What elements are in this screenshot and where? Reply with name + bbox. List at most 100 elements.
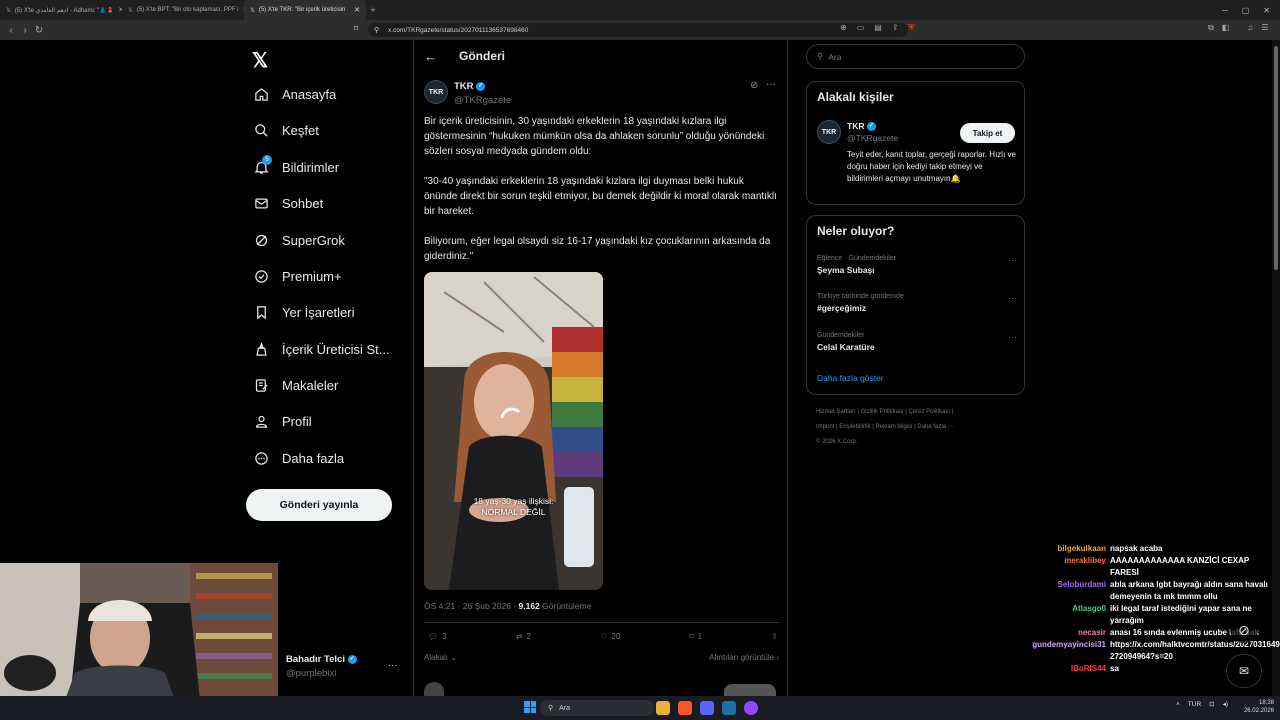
footer-line[interactable]: Hizmet Şartları | Gizlilik Politikası | … — [816, 405, 1016, 420]
nav-item-explore[interactable]: Keşfet — [254, 123, 319, 138]
follow-button[interactable]: Takip et — [960, 123, 1015, 143]
windows-start-icon[interactable] — [524, 701, 536, 713]
view-quotes-link[interactable]: Alıntıları görüntüle › — [709, 653, 779, 662]
forward-icon[interactable]: › — [18, 25, 32, 36]
nav-item-more[interactable]: Daha fazla — [254, 451, 344, 466]
grok-floating-icon[interactable]: ⊘ — [1230, 617, 1258, 643]
discord-icon[interactable] — [700, 701, 714, 715]
nav-item-home[interactable]: Anasayfa — [254, 87, 336, 102]
more-options-icon[interactable]: ··· — [766, 79, 776, 90]
related-avatar[interactable]: TKR — [817, 120, 841, 144]
tweet-time[interactable]: ÖS 4:21 · 26 Şub 2026 · — [424, 601, 519, 611]
account-switcher[interactable]: Bahadır Telci ✓ @purplebixi ··· — [286, 654, 398, 679]
tweet-meta: ÖS 4:21 · 26 Şub 2026 · 9.162 Görüntülem… — [424, 601, 591, 611]
back-arrow-icon[interactable]: ← — [424, 49, 437, 64]
nav-item-articles[interactable]: Makaleler — [254, 378, 338, 393]
grok-explain-icon[interactable]: ⊘ — [750, 80, 758, 91]
image-icon[interactable]: ▤ — [874, 23, 882, 33]
minimize-icon[interactable]: ─ — [1222, 6, 1228, 15]
trend-name: Şeyma Subaşı — [817, 265, 875, 275]
like-button[interactable]: ♡ 20 — [600, 632, 620, 641]
chevron-up-icon[interactable]: ˄ — [1176, 701, 1180, 708]
account-more-icon[interactable]: ··· — [388, 660, 398, 671]
footer-line[interactable]: Imprint | Erişilebilirlik | Reklam bilgi… — [816, 420, 1016, 435]
close-window-icon[interactable]: ✕ — [1263, 6, 1270, 15]
brave-icon[interactable] — [678, 701, 692, 715]
nav-item-profile[interactable]: Profil — [254, 414, 312, 429]
share-icon[interactable]: ⇪ — [892, 23, 899, 33]
back-icon[interactable]: ‹ — [4, 25, 18, 36]
post-button[interactable]: Gönderi yayınla — [246, 489, 392, 521]
trend-item[interactable]: Türkiye tarihinde gündemde #gerçeğimiz ·… — [817, 293, 1017, 313]
search-icon: ⚲ — [548, 705, 554, 712]
verified-icon: ✓ — [476, 81, 486, 91]
browser-tab-active[interactable]: 𝕏 (5) X'te TKR: "Bir içerik üreticisin ✕ — [244, 0, 366, 20]
browser-tab[interactable]: 𝕏 (5) X'te ادهم العامدي - Adhami: "👗💄 ✕ — [0, 0, 122, 20]
author-name[interactable]: TKR — [454, 81, 474, 92]
x-favicon-icon: 𝕏 — [128, 7, 133, 14]
trend-more-icon[interactable]: ··· — [1008, 293, 1017, 303]
trend-item[interactable]: Eğlence · Gündemdekiler Şeyma Subaşı ··· — [817, 255, 1017, 275]
brave-shield-icon[interactable]: ⛨ — [909, 23, 915, 33]
author-handle[interactable]: @TKRgazete — [454, 95, 511, 106]
author-avatar[interactable]: TKR — [424, 80, 448, 104]
maximize-icon[interactable]: ▢ — [1242, 6, 1250, 15]
nav-item-bookmarks[interactable]: Yer İşaretleri — [254, 305, 355, 320]
reply-sort-row: Alakalı ⌄ Alıntıları görüntüle › — [424, 653, 779, 662]
extension-icon[interactable]: ⧉ — [1208, 23, 1214, 33]
zoom-icon[interactable]: ⊕ — [840, 23, 847, 33]
nav-item-notifications[interactable]: 5 Bildirimler — [254, 155, 339, 175]
chat-username: IBoRIS44 — [1070, 664, 1106, 673]
tweet-video[interactable]: 18 yaş-30 yaş ilişkisi: NORMAL DEĞİL — [424, 272, 603, 590]
bookmark-page-icon[interactable]: ⌑ — [354, 24, 358, 33]
cast-icon[interactable]: ▭ — [857, 23, 865, 33]
close-icon[interactable]: ✕ — [354, 6, 360, 14]
address-bar[interactable]: ⚲ x.com/TKRgazete/status/202701113653769… — [368, 23, 908, 37]
scrollbar-thumb[interactable] — [1274, 46, 1278, 270]
volume-icon[interactable]: ◂) — [1223, 700, 1228, 708]
nav-item-chat[interactable]: Sohbet — [254, 196, 323, 211]
reply-avatar[interactable] — [424, 682, 444, 696]
browser-tab-label: (5) X'te ادهم العامدي - Adhami: "👗💄 — [14, 7, 115, 14]
taskbar-clock[interactable]: 18:38 26.02.2026 — [1240, 699, 1274, 715]
folder-icon[interactable] — [656, 701, 670, 715]
browser-tab-strip: 𝕏 (5) X'te ادهم العامدي - Adhami: "👗💄 ✕ 𝕏(… — [0, 0, 1280, 20]
messages-floating-icon[interactable]: ✉ — [1226, 654, 1262, 688]
steam-icon[interactable] — [722, 701, 736, 715]
search-input[interactable]: ⚲ Ara — [806, 44, 1025, 69]
repost-button[interactable]: ⇄ 2 — [516, 632, 531, 641]
menu-icon[interactable]: ☰ — [1261, 23, 1268, 33]
show-more-link[interactable]: Daha fazla göster — [817, 373, 884, 383]
network-icon[interactable]: ⊡ — [1209, 700, 1214, 708]
trend-name: Celal Karatüre — [817, 342, 875, 352]
nav-item-supergrok[interactable]: SuperGrok — [254, 233, 345, 248]
browser-tab-label: (5) X'te BPT: "Bir oto kaplamacı, PPF i — [136, 7, 239, 13]
trend-more-icon[interactable]: ··· — [1008, 255, 1017, 265]
nav-item-creator-studio[interactable]: İçerik Üreticisi St... — [254, 342, 390, 357]
reply-follow-button[interactable] — [724, 684, 776, 696]
reload-icon[interactable]: ↻ — [32, 25, 46, 36]
nav-item-premium[interactable]: Premium+ — [254, 269, 342, 284]
trend-item[interactable]: Gündemdekiler Celal Karatüre ··· — [817, 332, 1017, 352]
reply-button[interactable]: 💬︎ 3 — [428, 632, 447, 641]
wallet-icon[interactable]: ◧ — [1222, 23, 1230, 33]
obs-icon[interactable] — [744, 701, 758, 715]
trend-category: Türkiye tarihinde gündemde — [817, 293, 904, 300]
new-tab-button[interactable]: + — [366, 5, 380, 15]
bookmark-button[interactable]: ⌑ 1 — [690, 632, 703, 641]
site-info-icon[interactable]: ⚲ — [374, 26, 379, 34]
media-icon[interactable]: ♫ — [1247, 23, 1253, 33]
browser-tab[interactable]: 𝕏 (5) X'te BPT: "Bir oto kaplamacı, PPF i… — [122, 0, 244, 20]
share-button[interactable]: ⇪ — [771, 632, 778, 641]
x-logo-icon[interactable]: 𝕏 — [252, 48, 268, 73]
taskbar-search[interactable]: ⚲ Ara — [540, 700, 654, 716]
chat-text: AAAAAAAAAAAAA KANZİCİ CEXAP FARESİ — [1110, 556, 1250, 577]
author-block: TKR ✓ @TKRgazete — [454, 81, 511, 106]
trend-more-icon[interactable]: ··· — [1008, 332, 1017, 342]
relevance-dropdown[interactable]: Alakalı ⌄ — [424, 653, 457, 662]
related-user[interactable]: TKR ✓ @TKRgazete — [847, 121, 898, 143]
language-indicator[interactable]: TUR — [1188, 701, 1201, 708]
webcam-overlay — [0, 563, 278, 700]
search-icon: ⚲ — [817, 51, 824, 61]
system-tray: ˄ TUR ⊡ ◂) — [1176, 700, 1228, 709]
